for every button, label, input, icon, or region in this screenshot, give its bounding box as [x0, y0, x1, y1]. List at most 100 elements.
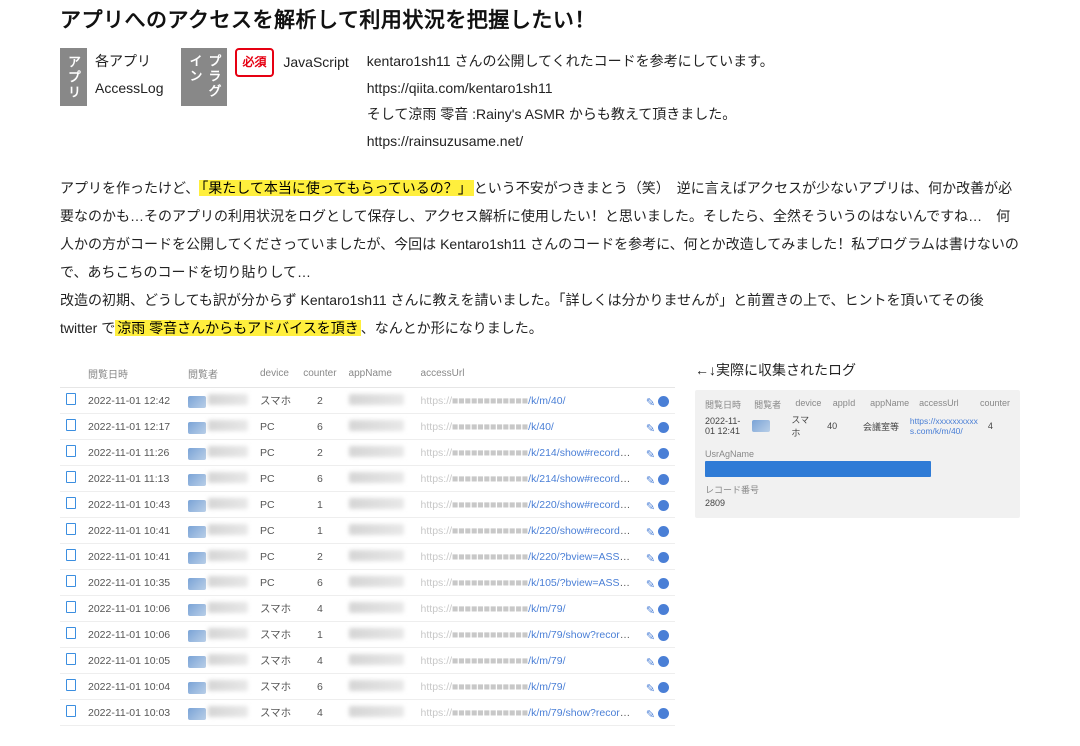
- table-row[interactable]: 2022-11-01 11:26PC2https://■■■■■■■■■■■■/…: [60, 440, 675, 466]
- cell-device: スマホ: [254, 388, 297, 414]
- cell-user: [182, 492, 254, 518]
- th-date[interactable]: 閲覧日時: [82, 360, 182, 388]
- th-appname[interactable]: appName: [343, 360, 415, 388]
- info-icon[interactable]: [658, 682, 669, 693]
- cell-counter: 2: [297, 388, 342, 414]
- cell-date: 2022-11-01 11:13: [82, 466, 182, 492]
- info-icon[interactable]: [658, 656, 669, 667]
- info-icon[interactable]: [658, 708, 669, 719]
- cell-url: https://■■■■■■■■■■■■/k/m/79/: [415, 648, 639, 674]
- dc-lbl-appname: appName: [870, 398, 909, 411]
- cell-url: https://■■■■■■■■■■■■/k/m/79/: [415, 596, 639, 622]
- cell-date: 2022-11-01 11:26: [82, 440, 182, 466]
- cell-url: https://■■■■■■■■■■■■/k/214/show#record=1…: [415, 466, 639, 492]
- edit-icon[interactable]: ✎: [644, 526, 655, 537]
- cell-appname: [343, 388, 415, 414]
- cell-counter: 4: [297, 700, 342, 726]
- table-row[interactable]: 2022-11-01 10:05スマホ4https://■■■■■■■■■■■■…: [60, 648, 675, 674]
- avatar-icon: [188, 578, 206, 590]
- cell-date: 2022-11-01 10:41: [82, 518, 182, 544]
- edit-icon[interactable]: ✎: [644, 708, 655, 719]
- edit-icon[interactable]: ✎: [644, 396, 655, 407]
- dc-lbl-date: 閲覧日時: [705, 398, 744, 411]
- cell-appname: [343, 570, 415, 596]
- cell-appname: [343, 518, 415, 544]
- info-icon[interactable]: [658, 552, 669, 563]
- table-row[interactable]: 2022-11-01 10:43PC1https://■■■■■■■■■■■■/…: [60, 492, 675, 518]
- th-user[interactable]: 閲覧者: [182, 360, 254, 388]
- info-icon[interactable]: [658, 526, 669, 537]
- edit-icon[interactable]: ✎: [644, 578, 655, 589]
- cell-device: スマホ: [254, 648, 297, 674]
- info-icon[interactable]: [658, 396, 669, 407]
- table-row[interactable]: 2022-11-01 10:03スマホ4https://■■■■■■■■■■■■…: [60, 700, 675, 726]
- avatar-icon: [188, 708, 206, 720]
- avatar-icon: [188, 422, 206, 434]
- table-row[interactable]: 2022-11-01 11:13 PC6 https://■■■■■■■■■■■■/…: [60, 466, 675, 492]
- info-icon[interactable]: [658, 578, 669, 589]
- dc-lbl-counter: counter: [980, 398, 1010, 411]
- table-row[interactable]: 2022-11-01 10:06スマホ1https://■■■■■■■■■■■■…: [60, 622, 675, 648]
- table-row[interactable]: 2022-11-01 10:41PC2https://■■■■■■■■■■■■/…: [60, 544, 675, 570]
- cell-date: 2022-11-01 10:43: [82, 492, 182, 518]
- plugin-name: JavaScript: [283, 54, 348, 70]
- table-row[interactable]: 2022-11-01 10:35PC6https://■■■■■■■■■■■■/…: [60, 570, 675, 596]
- edit-icon[interactable]: ✎: [644, 656, 655, 667]
- info-icon[interactable]: [658, 448, 669, 459]
- cell-device: PC: [254, 492, 297, 518]
- th-counter[interactable]: counter: [297, 360, 342, 388]
- cell-appname: [343, 596, 415, 622]
- info-icon[interactable]: [658, 604, 669, 615]
- avatar-icon: [188, 396, 206, 408]
- cell-device: PC: [254, 440, 297, 466]
- edit-icon[interactable]: ✎: [644, 448, 655, 459]
- edit-icon[interactable]: ✎: [644, 604, 655, 615]
- credit-link-2[interactable]: https://rainsuzusame.net/: [367, 128, 774, 155]
- cell-user: [182, 518, 254, 544]
- body-highlight-1: 「果たして本当に使ってもらっているの？」: [199, 180, 473, 196]
- avatar-icon: [188, 604, 206, 616]
- cell-device: スマホ: [254, 622, 297, 648]
- cell-appname: [343, 700, 415, 726]
- dc-val-accessurl[interactable]: https://xxxxxxxxxx s.com/k/m/40/: [910, 416, 978, 436]
- avatar-icon: [188, 526, 206, 538]
- dc-val-rec: 2809: [705, 498, 1010, 508]
- table-row[interactable]: 2022-11-01 12:17PC6https://■■■■■■■■■■■■/…: [60, 414, 675, 440]
- th-accessurl[interactable]: accessUrl: [415, 360, 639, 388]
- table-row[interactable]: 2022-11-01 10:41PC1https://■■■■■■■■■■■■/…: [60, 518, 675, 544]
- edit-icon[interactable]: ✎: [644, 630, 655, 641]
- cell-user: [182, 700, 254, 726]
- log-table: 閲覧日時 閲覧者 device counter appName accessUr…: [60, 360, 675, 726]
- table-row[interactable]: 2022-11-01 10:06スマホ4https://■■■■■■■■■■■■…: [60, 596, 675, 622]
- cell-date: 2022-11-01 10:35: [82, 570, 182, 596]
- dc-lbl-user: 閲覧者: [754, 398, 785, 411]
- cell-url: https://■■■■■■■■■■■■/k/m/40/: [415, 388, 639, 414]
- info-icon[interactable]: [658, 422, 669, 433]
- cell-device: PC: [254, 466, 297, 492]
- credit-link-1[interactable]: https://qiita.com/kentaro1sh11: [367, 75, 774, 102]
- edit-icon[interactable]: ✎: [644, 474, 655, 485]
- credit-line-1: kentaro1sh11 さんの公開してくれたコードを参考にしています。: [367, 48, 774, 75]
- dc-val-device: スマホ: [791, 413, 817, 439]
- info-icon[interactable]: [658, 474, 669, 485]
- dc-val-date: 2022-11-01 12:41: [705, 416, 742, 436]
- cell-url: https://■■■■■■■■■■■■/k/220/show#record=2…: [415, 492, 639, 518]
- edit-icon[interactable]: ✎: [644, 682, 655, 693]
- info-icon[interactable]: [658, 500, 669, 511]
- meta-app-block: アプリ 各アプリ AccessLog: [60, 48, 163, 106]
- edit-icon[interactable]: ✎: [644, 500, 655, 511]
- info-icon[interactable]: [658, 630, 669, 641]
- plugin-vertical-label: プラグイン: [181, 48, 227, 106]
- edit-icon[interactable]: ✎: [644, 422, 655, 433]
- dc-lbl-device: device: [795, 398, 822, 411]
- dc-lbl-accessurl: accessUrl: [919, 398, 970, 411]
- page-title: アプリへのアクセスを解析して利用状況を把握したい！: [60, 4, 1020, 34]
- edit-icon[interactable]: ✎: [644, 552, 655, 563]
- dc-val-user: [752, 420, 782, 432]
- th-device[interactable]: device: [254, 360, 297, 388]
- cell-counter: 6: [297, 466, 342, 492]
- record-icon: [66, 445, 76, 457]
- cell-date: 2022-11-01 12:42: [82, 388, 182, 414]
- table-row[interactable]: 2022-11-01 12:42 スマホ2 https://■■■■■■■■■■■■…: [60, 388, 675, 414]
- table-row[interactable]: 2022-11-01 10:04スマホ6https://■■■■■■■■■■■■…: [60, 674, 675, 700]
